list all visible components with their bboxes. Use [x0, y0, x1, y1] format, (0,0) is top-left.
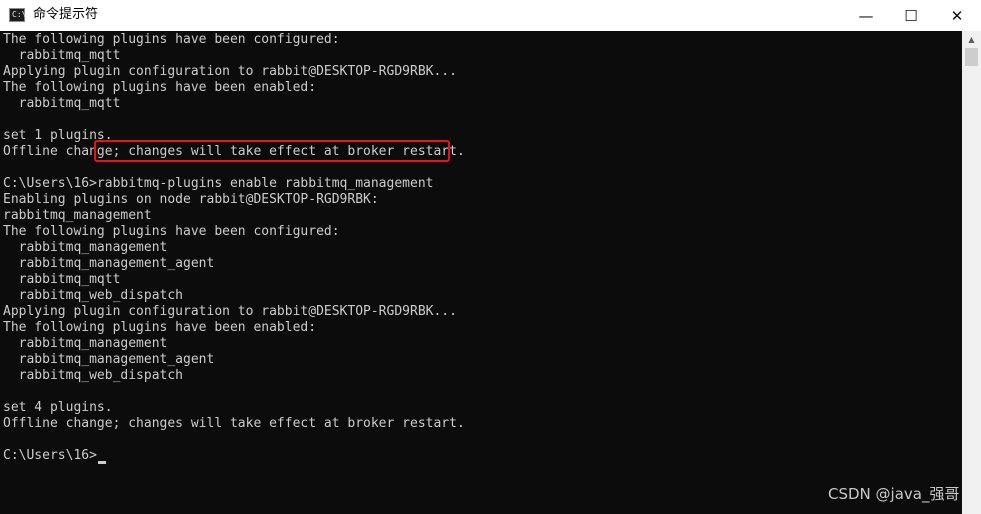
command-highlight-box	[94, 140, 450, 162]
console-line: The following plugins have been enabled:	[3, 320, 317, 335]
console-line: rabbitmq_mqtt	[3, 96, 121, 111]
text-cursor	[97, 461, 106, 464]
console-line: rabbitmq_management_agent	[3, 256, 215, 271]
console-line: Applying plugin configuration to rabbit@…	[3, 64, 457, 79]
console-output[interactable]: The following plugins have been configur…	[0, 31, 962, 514]
console-line: rabbitmq_management	[3, 240, 168, 255]
scroll-up-arrow-icon[interactable]: ▲	[962, 31, 981, 48]
command-prompt-icon[interactable]: C:\	[9, 8, 27, 22]
window-title: 命令提示符	[33, 7, 99, 22]
console-line: rabbitmq_mqtt	[3, 48, 121, 63]
vertical-scrollbar[interactable]: ▲	[962, 31, 981, 514]
cmd-window: C:\ 命令提示符 — ☐ ✕ The following plugins ha…	[0, 0, 981, 514]
watermark: CSDN @java_强哥	[828, 485, 960, 503]
console-line: Offline change; changes will take effect…	[3, 416, 465, 431]
console-line: set 4 plugins.	[3, 400, 113, 415]
console-line: rabbitmq_web_dispatch	[3, 288, 184, 303]
console-line: Applying plugin configuration to rabbit@…	[3, 304, 457, 319]
console-line: C:\Users\16>	[3, 448, 97, 463]
console-line: rabbitmq_web_dispatch	[3, 368, 184, 383]
console-line: The following plugins have been enabled:	[3, 80, 317, 95]
console-line: C:\Users\16>rabbitmq-plugins enable rabb…	[3, 176, 434, 191]
console-line: The following plugins have been configur…	[3, 32, 340, 47]
console-line: rabbitmq_mqtt	[3, 272, 121, 287]
close-button[interactable]: ✕	[934, 0, 980, 31]
console-line: Enabling plugins on node rabbit@DESKTOP-…	[3, 192, 379, 207]
console-line: rabbitmq_management	[3, 208, 152, 223]
minimize-button[interactable]: —	[843, 0, 889, 31]
maximize-button[interactable]: ☐	[888, 0, 934, 31]
console-line: rabbitmq_management_agent	[3, 352, 215, 367]
console-line: rabbitmq_management	[3, 336, 168, 351]
console-line: The following plugins have been configur…	[3, 224, 340, 239]
scroll-thumb[interactable]	[965, 48, 978, 66]
title-bar[interactable]: C:\ 命令提示符 — ☐ ✕	[0, 0, 981, 31]
command-prompt-icon-glyph: C:\	[12, 10, 27, 19]
